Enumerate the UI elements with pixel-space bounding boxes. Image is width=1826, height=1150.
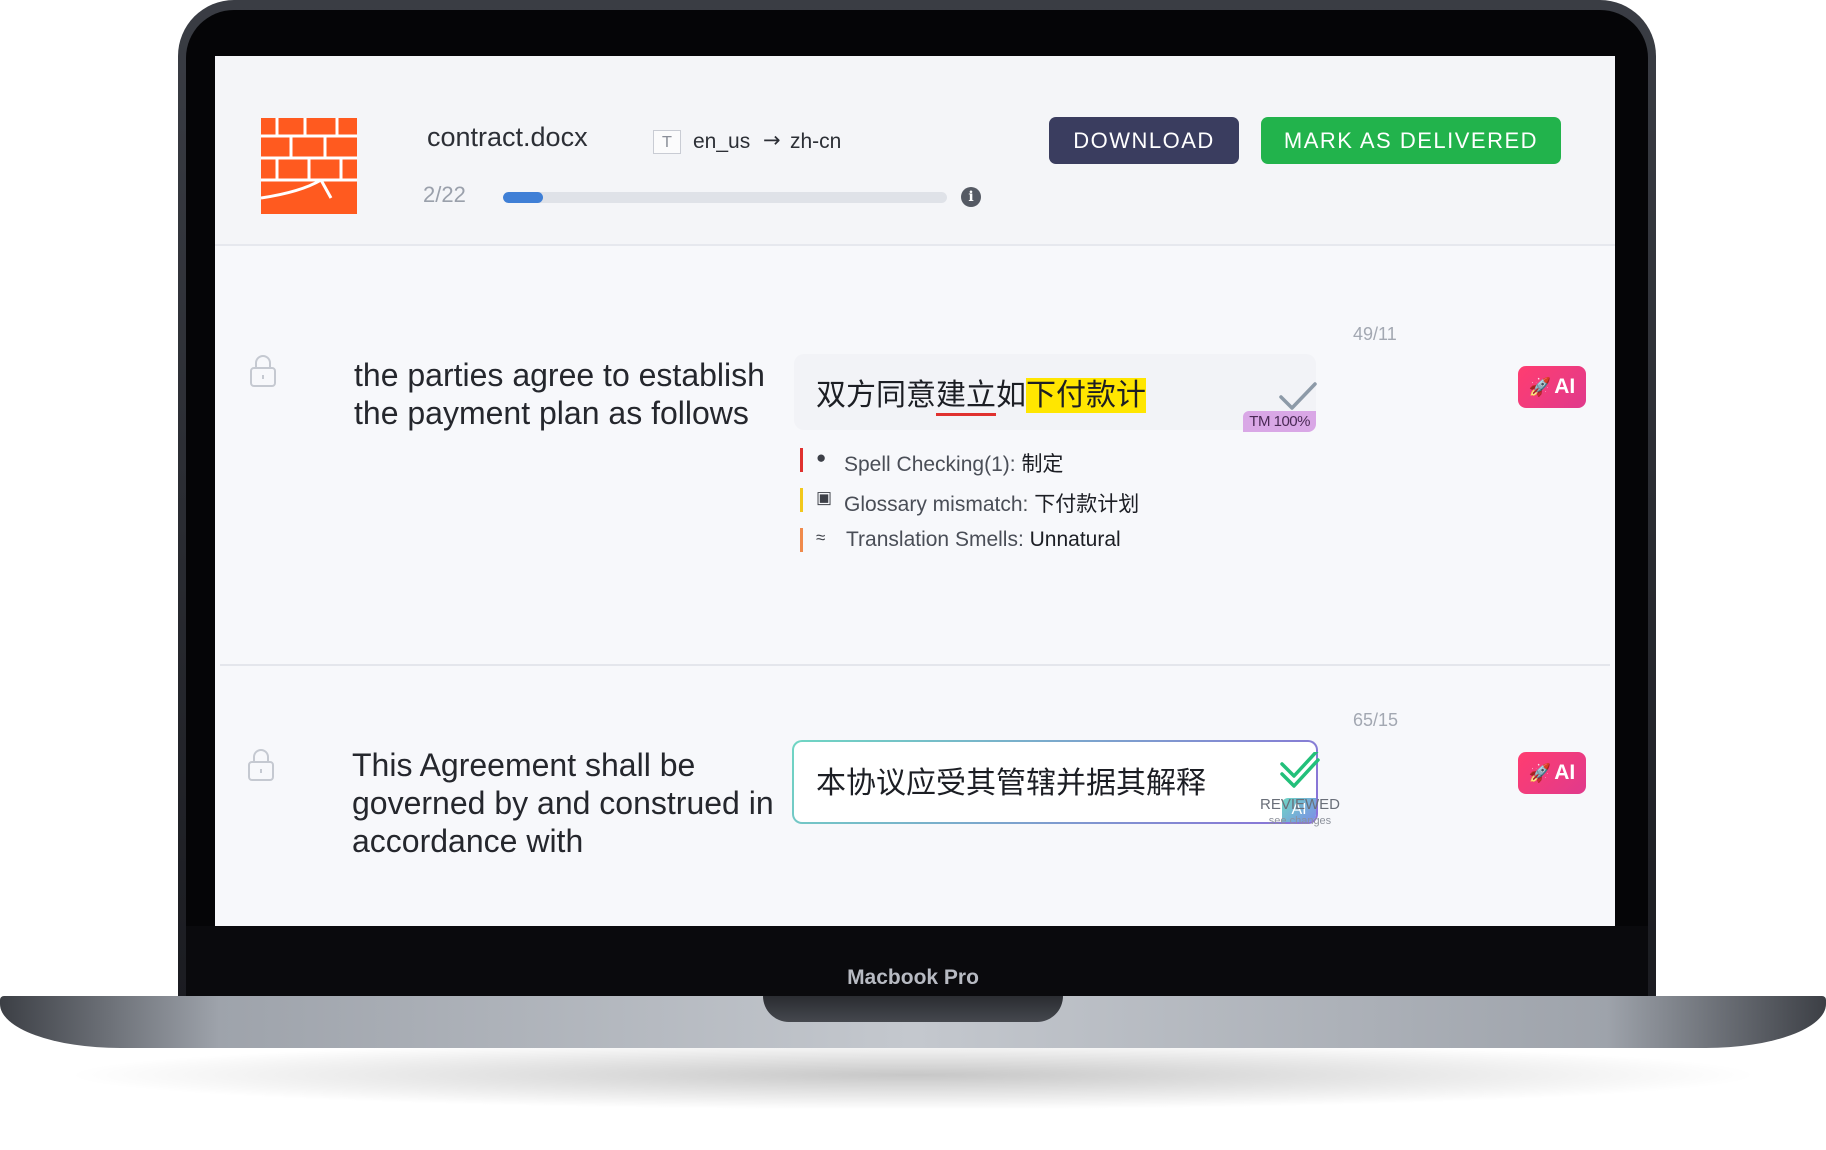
file-name: contract.docx bbox=[427, 122, 588, 152]
source-segment-text: This Agreement shall be governed by and … bbox=[352, 747, 774, 859]
progress-bar-fill bbox=[503, 192, 544, 203]
info-icon[interactable]: i bbox=[961, 187, 981, 207]
app-screen: contract.docx T en_us → zh-cn 2/22 i DOW… bbox=[215, 56, 1615, 926]
file-header: contract.docx T en_us → zh-cn 2/22 i DOW… bbox=[215, 56, 1615, 246]
see-changes-link[interactable]: see changes bbox=[1250, 815, 1350, 827]
glossary-highlight: 下付款计 bbox=[1026, 378, 1146, 413]
progress-count: 2/22 bbox=[423, 182, 466, 207]
segment-row: This Agreement shall be governed by and … bbox=[220, 666, 1610, 926]
tm-match-badge: TM 100% bbox=[1243, 411, 1316, 432]
target-segment-text: 本协议应受其管辖并据其解释 bbox=[816, 766, 1206, 801]
rocket-icon: 🚀 bbox=[1528, 377, 1552, 397]
target-segment-text: 双方同意建立如下付款计 bbox=[816, 378, 1146, 413]
device-model-label: Macbook Pro bbox=[847, 966, 979, 989]
lock-icon[interactable] bbox=[248, 354, 278, 388]
ai-assist-button[interactable]: 🚀 AI bbox=[1518, 752, 1586, 794]
spelling-error: 建立 bbox=[936, 378, 996, 413]
check-icon[interactable] bbox=[1278, 380, 1318, 412]
lock-icon[interactable] bbox=[246, 748, 276, 782]
mark-as-delivered-button[interactable]: MARK AS DELIVERED bbox=[1261, 117, 1561, 164]
rocket-icon: 🚀 bbox=[1528, 763, 1552, 783]
segment-char-count: 65/15 bbox=[1353, 710, 1399, 730]
ai-assist-button[interactable]: 🚀 AI bbox=[1518, 366, 1586, 408]
severity-bar bbox=[800, 488, 803, 512]
severity-bar bbox=[800, 528, 803, 552]
laptop-shadow bbox=[60, 1040, 1766, 1110]
book-icon: ▣ bbox=[816, 488, 833, 507]
brand-logo-icon bbox=[261, 118, 357, 214]
target-language: zh-cn bbox=[790, 130, 842, 153]
double-check-icon[interactable] bbox=[1278, 752, 1322, 792]
smell-icon: ≈ bbox=[816, 528, 826, 547]
source-segment-text: the parties agree to establish the payme… bbox=[354, 357, 765, 431]
qa-issue-list: ● Spell Checking(1): 制定 ▣ Glossary misma… bbox=[800, 448, 1300, 568]
segment-char-count: 49/11 bbox=[1353, 324, 1397, 344]
file-type-badge: T bbox=[653, 130, 681, 154]
target-segment-editor[interactable]: 双方同意建立如下付款计 TM 100% bbox=[794, 354, 1316, 432]
segment-row: the parties agree to establish the payme… bbox=[220, 244, 1610, 666]
download-button[interactable]: DOWNLOAD bbox=[1049, 117, 1239, 164]
target-segment-editor[interactable]: 本协议应受其管辖并据其解释 AI bbox=[792, 740, 1318, 824]
reviewed-label: REVIEWED bbox=[1259, 796, 1340, 813]
arrow-right-icon: → bbox=[763, 128, 781, 152]
bulb-icon: ● bbox=[816, 448, 827, 467]
progress-bar bbox=[503, 192, 947, 203]
severity-bar bbox=[800, 448, 803, 472]
laptop-notch bbox=[763, 996, 1063, 1022]
source-language: en_us bbox=[693, 130, 751, 153]
